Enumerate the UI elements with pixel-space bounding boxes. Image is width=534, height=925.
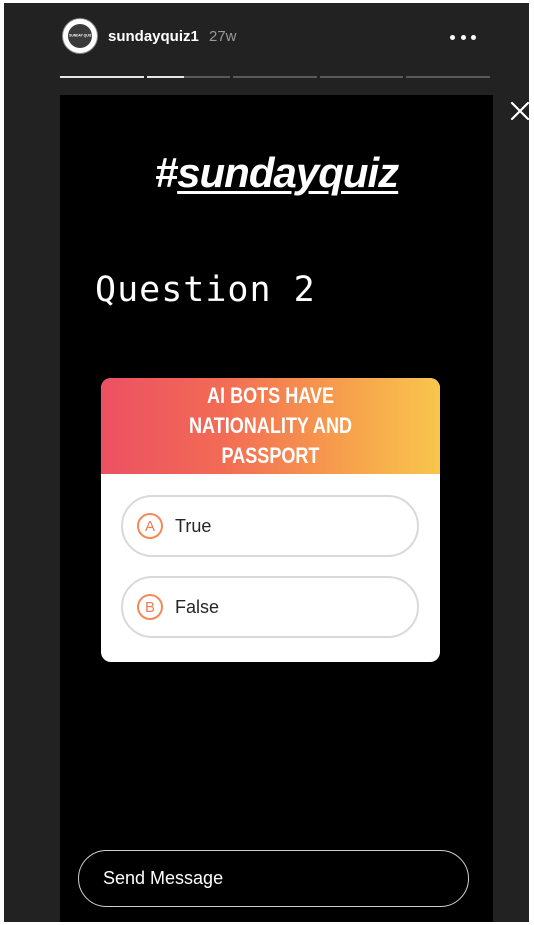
avatar[interactable]: SUNDAY QUIZ xyxy=(62,18,98,54)
quiz-question-header: AI BOTS HAVE NATIONALITY AND PASSPORT xyxy=(101,378,440,474)
option-letter-b: B xyxy=(137,594,163,620)
option-text-a: True xyxy=(175,515,212,536)
progress-fill xyxy=(60,76,144,78)
option-letter-a: A xyxy=(137,513,163,539)
post-age: 27w xyxy=(209,28,237,45)
option-text-b: False xyxy=(175,596,220,617)
avatar-logo-text: SUNDAY QUIZ xyxy=(68,34,92,38)
quiz-sticker: AI BOTS HAVE NATIONALITY AND PASSPORT A … xyxy=(101,378,440,662)
story-progress-bar xyxy=(60,76,490,79)
hashtag-word: sundayquiz xyxy=(177,149,399,196)
hashtag-title: #sundayquiz xyxy=(60,149,493,197)
quiz-option-a[interactable]: A True xyxy=(121,495,419,557)
story-viewer: SUNDAY QUIZ sundayquiz1 27w #sundayquiz … xyxy=(4,3,529,922)
close-icon[interactable] xyxy=(509,100,529,122)
quiz-question: AI BOTS HAVE NATIONALITY AND PASSPORT xyxy=(188,383,353,468)
hashtag-symbol: # xyxy=(154,149,178,196)
quiz-option-b[interactable]: B False xyxy=(121,576,419,638)
progress-segment xyxy=(319,76,404,78)
progress-segment xyxy=(146,76,231,78)
progress-segment xyxy=(406,76,490,78)
progress-fill xyxy=(146,76,185,78)
send-message-input[interactable] xyxy=(78,850,469,907)
progress-segment xyxy=(233,76,317,78)
more-horizontal-icon[interactable] xyxy=(450,27,476,47)
avatar-logo: SUNDAY QUIZ xyxy=(68,24,92,48)
story-content[interactable]: #sundayquiz Question 2 AI BOTS HAVE NATI… xyxy=(60,95,493,922)
question-heading: Question 2 xyxy=(95,270,316,310)
username[interactable]: sundayquiz1 xyxy=(108,28,199,45)
progress-segment xyxy=(60,76,144,78)
